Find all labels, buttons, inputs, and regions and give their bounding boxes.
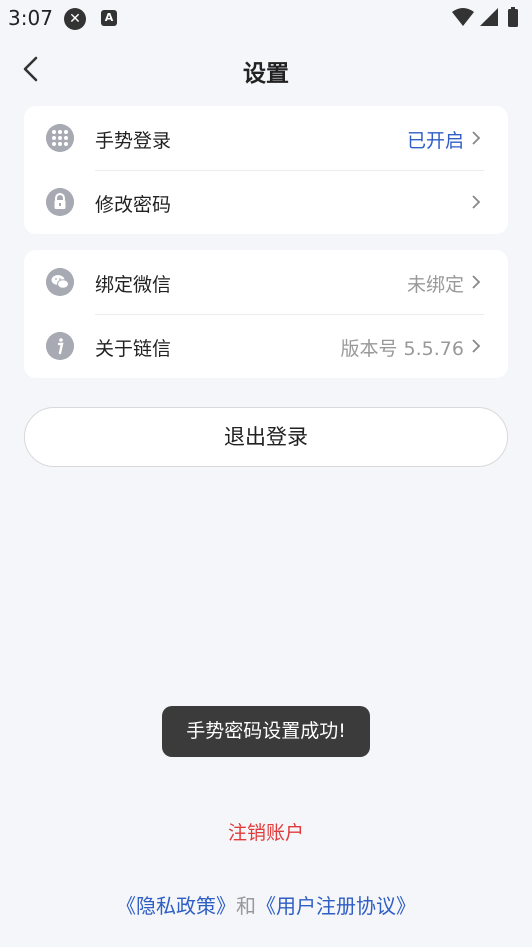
bind-wechat-row[interactable]: 绑定微信 未绑定: [24, 250, 508, 314]
chevron-right-icon: [472, 195, 481, 209]
close-circle-icon: ✕: [64, 8, 86, 30]
user-agreement-link[interactable]: 《用户注册协议》: [256, 894, 416, 918]
page-title: 设置: [243, 61, 289, 87]
gesture-login-label: 手势登录: [95, 130, 172, 152]
chevron-right-icon: [472, 339, 481, 353]
a-icon: A: [101, 10, 117, 26]
status-right-icons: [452, 7, 518, 27]
about-row[interactable]: 关于链信 版本号 5.5.76: [24, 314, 508, 378]
wifi-icon: [452, 8, 474, 26]
chevron-right-icon: [472, 131, 481, 145]
wechat-icon: [46, 268, 74, 296]
change-password-row[interactable]: 修改密码: [24, 170, 508, 234]
about-label: 关于链信: [95, 338, 172, 360]
status-time: 3:07: [8, 6, 53, 30]
settings-card-security: 手势登录 已开启 修改密码: [24, 106, 508, 234]
signal-icon: [480, 8, 498, 26]
gesture-login-row[interactable]: 手势登录 已开启: [24, 106, 508, 170]
nav-bar: 设置: [0, 40, 532, 98]
privacy-policy-link[interactable]: 《隐私政策》: [116, 894, 236, 918]
toast-message: 手势密码设置成功!: [162, 706, 370, 757]
chevron-right-icon: [472, 275, 481, 289]
lock-icon: [46, 188, 74, 216]
logout-button[interactable]: 退出登录: [24, 407, 508, 467]
version-number: 版本号 5.5.76: [340, 338, 464, 360]
settings-card-account: 绑定微信 未绑定 关于链信 版本号 5.5.76: [24, 250, 508, 378]
change-password-label: 修改密码: [95, 194, 172, 216]
bind-wechat-status: 未绑定: [406, 274, 464, 296]
info-icon: [46, 332, 74, 360]
status-bar: 3:07 ✕ A: [0, 0, 532, 36]
grid-dots-icon: [46, 124, 74, 152]
footer-and: 和: [236, 894, 256, 918]
gesture-login-status: 已开启: [406, 130, 464, 152]
bind-wechat-label: 绑定微信: [95, 274, 172, 296]
footer-links: 《隐私政策》和《用户注册协议》: [0, 890, 532, 919]
cancel-account-link[interactable]: 注销账户: [0, 818, 532, 845]
battery-icon: [508, 9, 518, 27]
